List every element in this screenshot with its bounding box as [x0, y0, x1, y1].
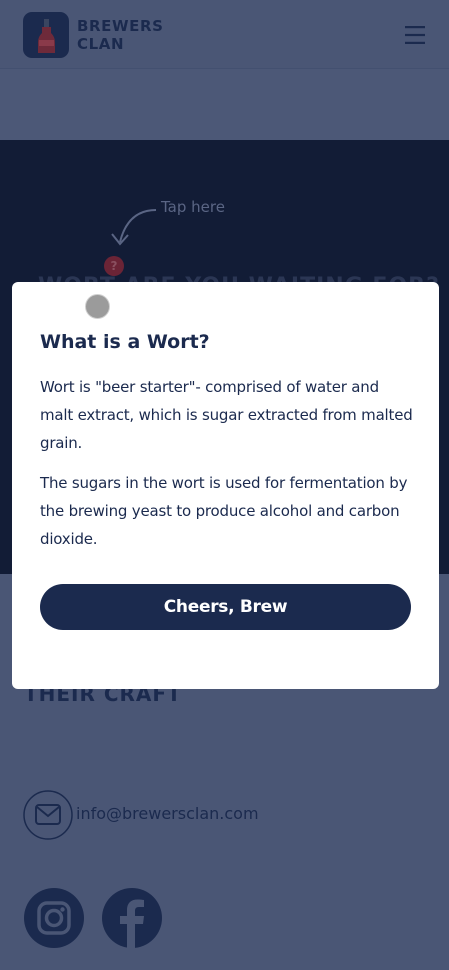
modal-drag-handle[interactable]	[85, 294, 110, 319]
curved-arrow-icon	[111, 209, 157, 246]
modal-paragraph-1: Wort is "beer starter"- comprised of wat…	[40, 378, 413, 452]
modal-paragraph-2: The sugars in the wort is used for ferme…	[40, 474, 408, 548]
envelope-icon[interactable]	[23, 790, 73, 840]
tap-hint-label: Tap here	[161, 198, 225, 216]
wort-info-modal: What is a Wort? Wort is "beer starter"- …	[12, 282, 439, 689]
contact-email-link[interactable]: info@brewersclan.com	[76, 804, 259, 823]
brand-logo[interactable]	[23, 12, 69, 58]
hamburger-menu-icon[interactable]	[402, 23, 428, 47]
facebook-icon[interactable]	[101, 887, 163, 949]
site-header: BREWERS CLAN	[0, 0, 449, 69]
question-mark-icon[interactable]: ?	[104, 256, 124, 276]
cheers-brew-button[interactable]: Cheers, Brew	[40, 584, 411, 630]
brand-name-line1: BREWERS	[77, 17, 164, 35]
header-spacer	[0, 69, 449, 140]
brand-name[interactable]: BREWERS CLAN	[77, 17, 164, 53]
instagram-icon[interactable]	[23, 887, 85, 949]
beer-bottle-icon	[38, 19, 55, 53]
brand-name-line2: CLAN	[77, 35, 125, 53]
modal-title: What is a Wort?	[40, 331, 210, 353]
